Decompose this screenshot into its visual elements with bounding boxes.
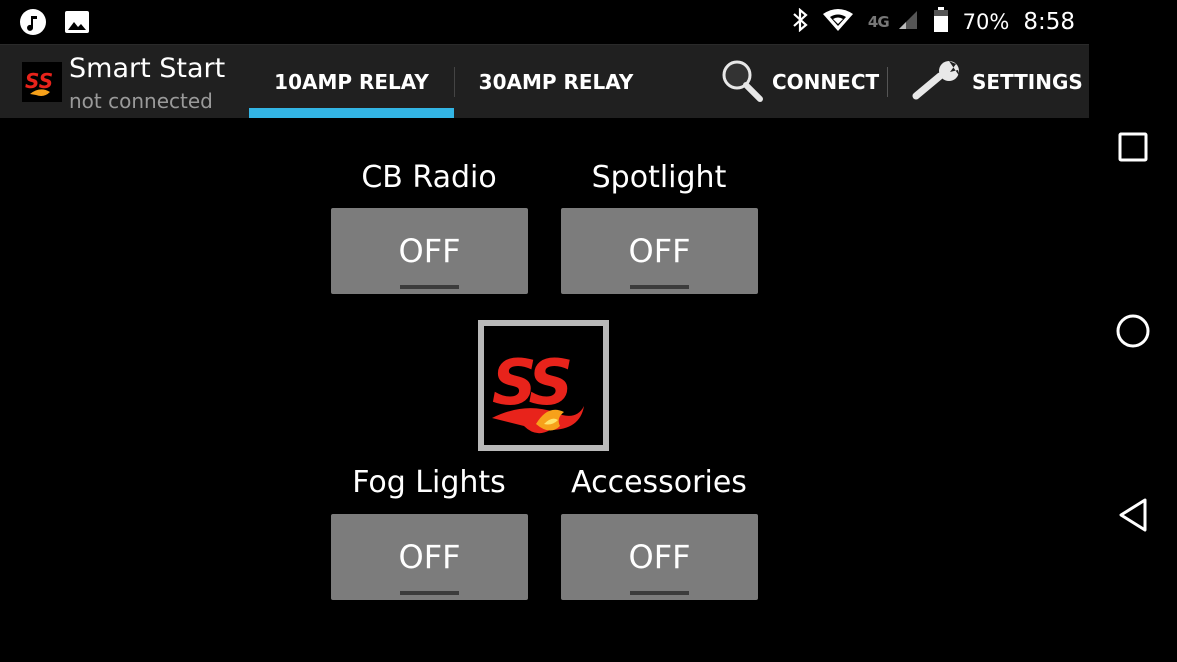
settings-button[interactable]: SETTINGS bbox=[912, 45, 1083, 119]
tab-30amp-relay[interactable]: 30AMP RELAY bbox=[455, 45, 657, 119]
toggle-indicator bbox=[630, 285, 689, 289]
wrench-icon bbox=[912, 60, 964, 105]
relay-toggle-cb-radio[interactable]: OFF bbox=[331, 208, 528, 294]
relay-toggle-accessories[interactable]: OFF bbox=[561, 514, 758, 600]
svg-text:SS: SS bbox=[492, 346, 570, 419]
relay-toggle-spotlight[interactable]: OFF bbox=[561, 208, 758, 294]
action-bar: SS Smart Start not connected 10AMP RELAY… bbox=[0, 44, 1089, 118]
action-divider bbox=[887, 67, 888, 97]
relay-label-cb-radio: CB Radio bbox=[361, 160, 497, 195]
wifi-icon bbox=[822, 8, 854, 36]
system-nav-bar bbox=[1089, 0, 1177, 662]
network-type: 4G bbox=[867, 13, 890, 31]
relay-toggle-fog-lights[interactable]: OFF bbox=[331, 514, 528, 600]
back-triangle-icon[interactable] bbox=[1113, 495, 1153, 535]
relay-state: OFF bbox=[398, 232, 461, 270]
bluetooth-icon bbox=[792, 7, 808, 36]
image-icon bbox=[64, 9, 90, 39]
battery-percent: 70% bbox=[962, 10, 1010, 34]
status-bar: 4G 70% 8:58 bbox=[0, 0, 1089, 44]
relay-label-spotlight: Spotlight bbox=[591, 160, 727, 195]
app-title: Smart Start bbox=[69, 53, 226, 84]
music-note-icon bbox=[20, 9, 46, 39]
svg-text:SS: SS bbox=[25, 69, 53, 93]
relay-label-fog-lights: Fog Lights bbox=[352, 465, 506, 500]
home-circle-icon[interactable] bbox=[1113, 311, 1153, 351]
cell-signal-icon bbox=[897, 9, 919, 35]
relay-label-accessories: Accessories bbox=[571, 465, 747, 500]
recents-square-icon[interactable] bbox=[1113, 127, 1153, 167]
settings-label: SETTINGS bbox=[972, 70, 1083, 94]
battery-icon bbox=[933, 7, 949, 37]
tab-selected-indicator bbox=[249, 108, 454, 118]
smart-start-logo-icon: SS bbox=[478, 320, 609, 451]
relay-state: OFF bbox=[398, 538, 461, 576]
search-icon bbox=[720, 58, 764, 107]
clock: 8:58 bbox=[1023, 9, 1075, 35]
relay-state: OFF bbox=[628, 232, 691, 270]
connect-label: CONNECT bbox=[772, 70, 880, 94]
relay-state: OFF bbox=[628, 538, 691, 576]
toggle-indicator bbox=[400, 591, 459, 595]
app-logo-icon[interactable]: SS bbox=[22, 62, 62, 102]
connect-button[interactable]: CONNECT bbox=[720, 45, 879, 119]
toggle-indicator bbox=[630, 591, 689, 595]
connection-status: not connected bbox=[69, 89, 213, 113]
toggle-indicator bbox=[400, 285, 459, 289]
